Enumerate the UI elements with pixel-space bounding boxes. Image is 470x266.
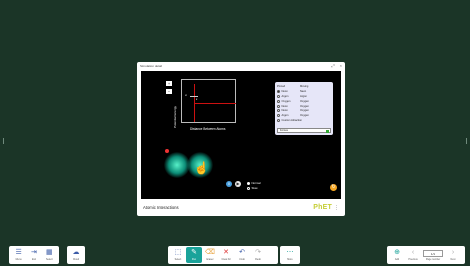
toolbar-more: ⋯ More [280, 246, 300, 264]
cloud-button[interactable]: ☁ Cloud [69, 247, 83, 263]
pin-icon [165, 149, 169, 153]
clear-icon: ✕ [223, 249, 229, 256]
undo-icon: ↶ [239, 249, 245, 256]
radio-button[interactable] [247, 181, 250, 185]
redo-icon: ↷ [255, 249, 261, 256]
select-tool[interactable]: ⬚ Select [170, 247, 186, 263]
toolbar-left: ☰ Menu ⇥ Exit ▦ Select [9, 246, 59, 264]
popup-title: Simulation detail [140, 64, 163, 68]
popup-header: Simulation detail ⤢ × [137, 62, 345, 70]
step-button[interactable]: ▶ [235, 181, 241, 187]
zoom-in-icon[interactable]: + [166, 81, 172, 86]
phet-menu-icon[interactable]: ⋮ [334, 205, 339, 211]
undo-tool[interactable]: ↶ Undo [234, 247, 250, 263]
moving-header: Moving [300, 84, 309, 88]
sigma-marker: σ [185, 93, 187, 97]
speed-normal-option[interactable]: Normal [247, 181, 261, 185]
simulation-name: Atomic Interactions [143, 205, 179, 210]
cloud-icon: ☁ [72, 249, 80, 256]
radio-button[interactable] [277, 114, 280, 118]
next-page-button[interactable]: › Next [445, 247, 461, 263]
close-icon[interactable]: × [340, 64, 342, 68]
eraser-tool[interactable]: ⌫ Eraser [202, 247, 218, 263]
grid-icon: ▦ [46, 249, 53, 256]
radio-button[interactable] [277, 89, 280, 93]
zoom-out-icon[interactable]: − [166, 89, 172, 94]
page-number[interactable]: 1/1 Page number [421, 247, 445, 263]
speed-slow-option[interactable]: Slow [247, 186, 258, 190]
more-button[interactable]: ⋯ More [282, 247, 298, 263]
pinned-header: Pinned [277, 84, 286, 88]
page-indicator: 1/1 [423, 249, 443, 257]
radio-button[interactable] [277, 99, 280, 103]
redo-tool[interactable]: ↷ Redo [250, 247, 266, 263]
atom-selection-panel: Pinned Moving Neon Neon Argon Argon Oxyg… [275, 82, 333, 135]
exit-icon: ⇥ [31, 249, 37, 256]
radio-button[interactable] [247, 186, 250, 190]
menu-button[interactable]: ☰ Menu [11, 247, 26, 263]
more-icon: ⋯ [286, 249, 294, 256]
menu-icon: ☰ [15, 249, 22, 256]
forces-button[interactable]: Forces [277, 128, 331, 133]
add-page-button[interactable]: ⊕ Add [389, 247, 405, 263]
previous-page-button[interactable]: ‹ Previous [405, 247, 421, 263]
epsilon-marker: ε [196, 97, 198, 101]
y-axis-label: Potential Energy [173, 105, 178, 129]
play-button[interactable]: ‖ [226, 181, 232, 187]
phet-logo: PhET [313, 204, 332, 211]
right-edge-handle[interactable] [463, 138, 467, 144]
radio-button[interactable] [277, 94, 280, 98]
exit-button[interactable]: ⇥ Exit [26, 247, 41, 263]
toolbar-cloud: ☁ Cloud [67, 246, 85, 264]
radio-button[interactable] [277, 109, 280, 113]
chevron-left-icon: ‹ [411, 249, 415, 256]
left-edge-handle[interactable] [3, 138, 7, 144]
chevron-right-icon: › [451, 249, 455, 256]
popup-footer: Atomic Interactions PhET ⋮ [137, 199, 345, 216]
simulation-window: Simulation detail ⤢ × + − σ ε Potential … [137, 62, 345, 216]
drag-hand-icon[interactable]: ☝ [194, 161, 209, 175]
add-icon: ⊕ [394, 249, 400, 256]
clear-all-tool[interactable]: ✕ Clear All [218, 247, 234, 263]
pen-tool[interactable]: ✎ Pen [186, 247, 202, 263]
fullscreen-icon[interactable]: ⤢ [331, 64, 334, 68]
select-icon: ⬚ [174, 249, 182, 256]
radio-button[interactable] [277, 119, 280, 123]
x-axis-label: Distance Between Atoms [190, 127, 226, 131]
expand-icon[interactable] [326, 129, 329, 133]
toolbar-right: ⊕ Add ‹ Previous 1/1 Page number › Next [387, 246, 465, 264]
pen-icon: ✎ [191, 249, 197, 256]
grid-button[interactable]: ▦ Select [42, 247, 57, 263]
toolbar-center: ⬚ Select ✎ Pen ⌫ Eraser ✕ Clear All ↶ Un… [168, 246, 278, 264]
potential-energy-graph: σ ε [181, 79, 236, 123]
radio-button[interactable] [277, 104, 280, 108]
reset-button[interactable]: ↻ [330, 184, 337, 191]
simulation-canvas[interactable]: + − σ ε Potential Energy Distance Betwee… [141, 71, 341, 199]
atom-row[interactable]: Custom Attraction [277, 118, 331, 123]
eraser-icon: ⌫ [205, 249, 215, 256]
